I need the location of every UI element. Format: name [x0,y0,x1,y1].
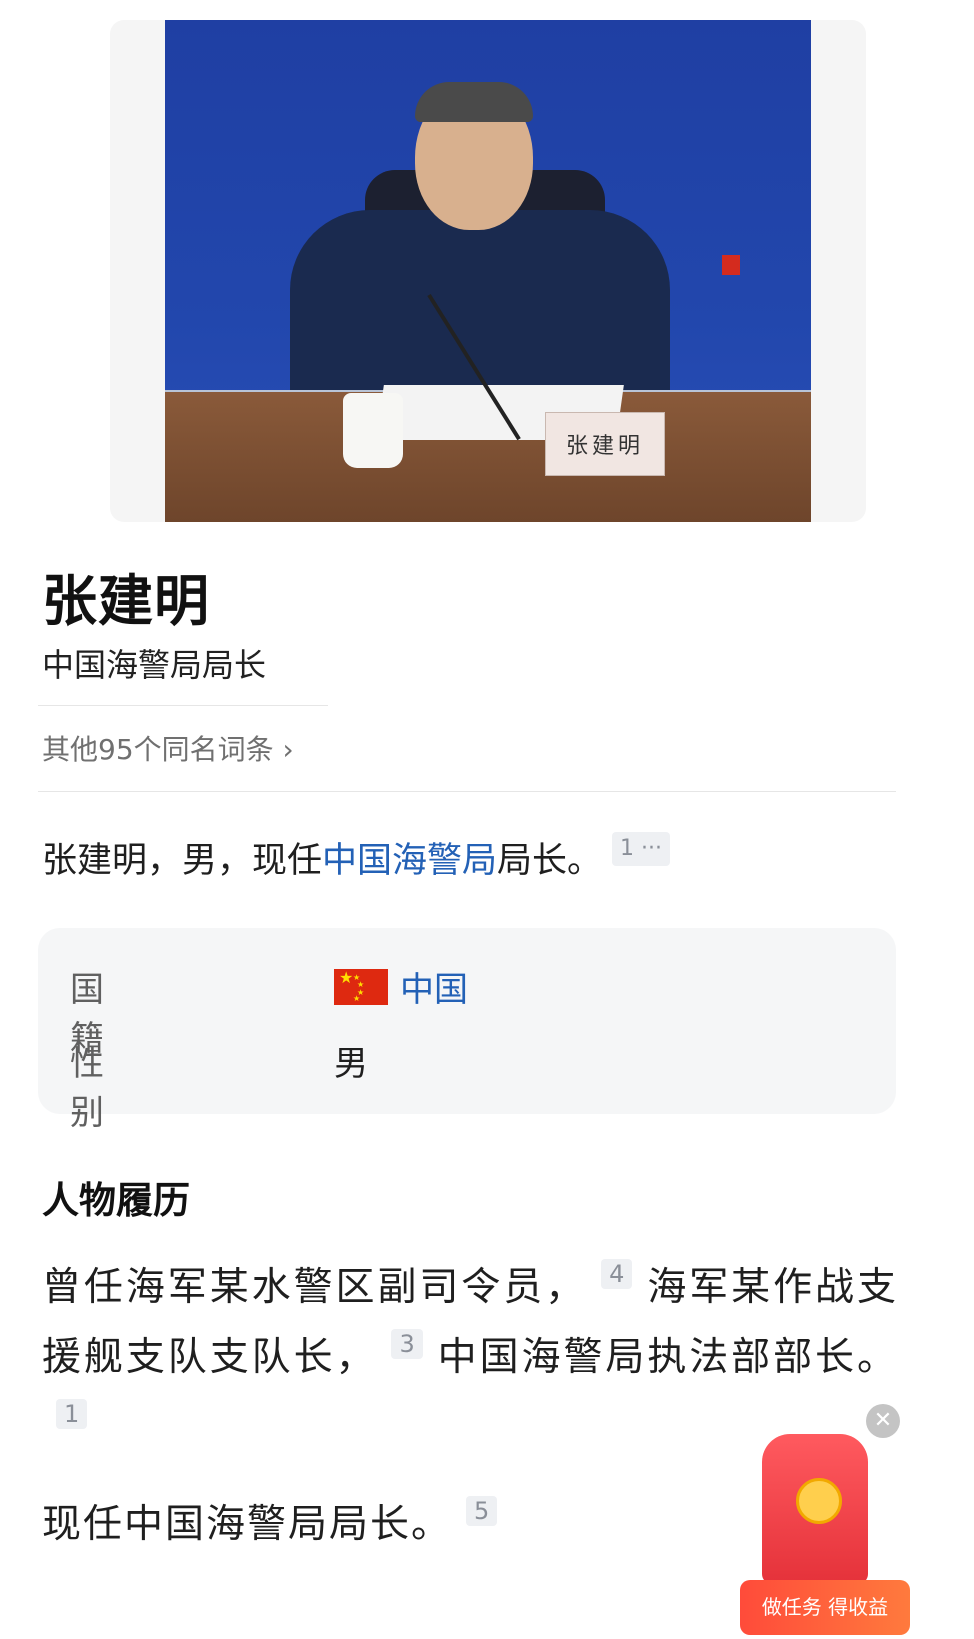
flag-star-icon: ★ [353,993,361,1003]
same-name-entries-link[interactable]: 其他95个同名词条 › [42,728,294,768]
divider [38,705,328,706]
nationality-link[interactable]: 中国 [400,962,468,1011]
summary-link-coast-guard[interactable]: 中国海警局 [322,841,497,881]
page-subtitle: 中国海警局局长 [42,646,267,684]
photo-nameplate: 张建明 [545,412,665,476]
photo-flag-patch [722,255,740,275]
summary-text: 局长。 [497,841,603,881]
summary-paragraph: 张建明，男，现任中国海警局局长。 1 ··· [42,832,671,883]
reference-badge[interactable]: 5 [466,1496,498,1526]
reference-badge[interactable]: 1 [56,1399,88,1429]
coin-icon [796,1478,842,1524]
photo-hair [415,82,533,122]
divider [38,791,896,792]
infobox-key: 性别 [70,1044,104,1133]
red-packet-banner: 做任务 得收益 [740,1580,910,1635]
career-text: 现任中国海警局局长。 [42,1502,453,1547]
reference-badge[interactable]: 3 [391,1329,423,1359]
infobox-value: ★ ★ ★ ★ ★ 中国 [334,962,468,1011]
china-flag-icon: ★ ★ ★ ★ ★ [334,967,388,1005]
career-text: 中国海警局执法部部长。 [436,1335,898,1380]
flag-star-icon: ★ [339,967,354,987]
career-text: 曾任海军某水警区副司令员， [42,1265,588,1310]
summary-text: 张建明，男，现任 [42,841,323,881]
photo-cup [343,393,403,468]
infobox-value: 男 [334,1044,368,1084]
portrait-photo[interactable]: 张建明 [165,20,811,522]
red-packet-widget[interactable]: 做任务 得收益 [740,1430,910,1639]
reference-badge[interactable]: 4 [601,1259,633,1289]
page-title: 张建明 [42,569,211,633]
reference-badge[interactable]: 1 ··· [612,832,671,866]
section-title-career: 人物履历 [42,1179,190,1222]
infobox: 国籍 ★ ★ ★ ★ ★ 中国 性别 男 [38,928,896,1133]
